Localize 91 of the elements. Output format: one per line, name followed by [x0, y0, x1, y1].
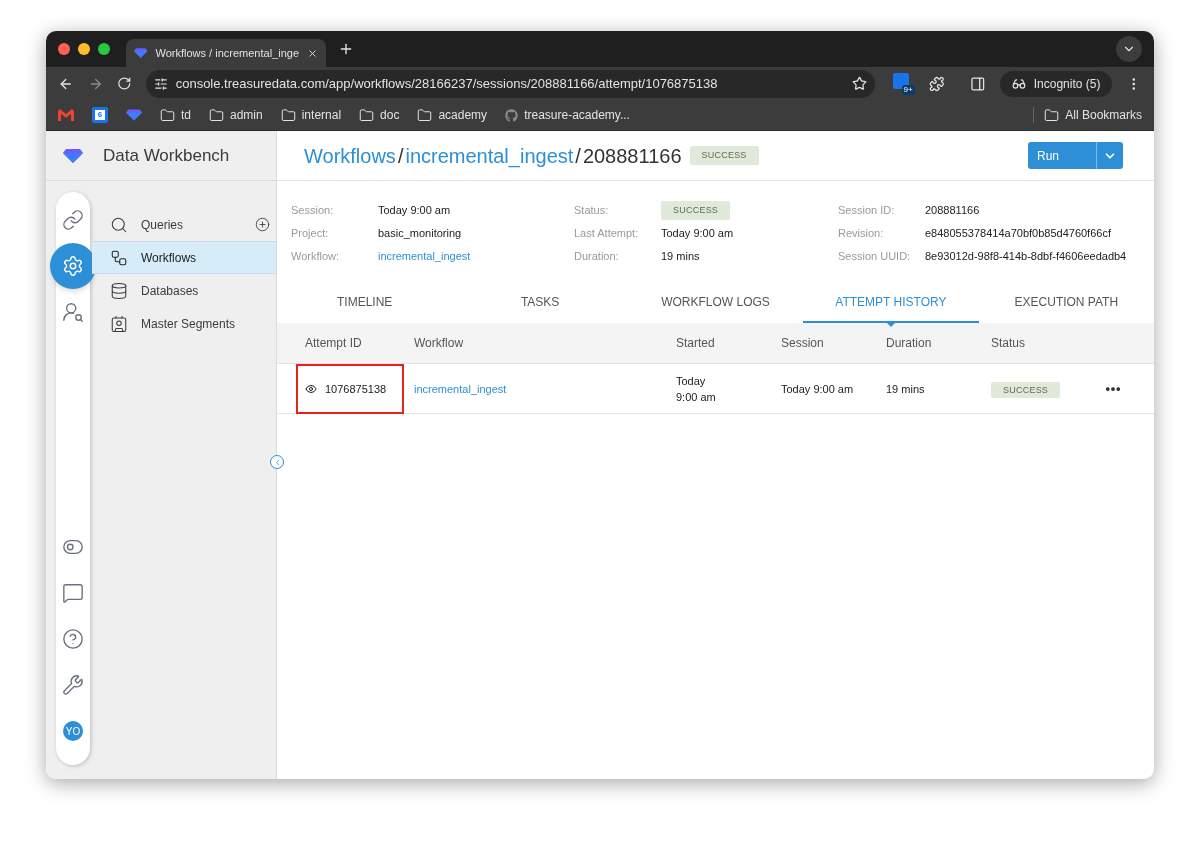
user-avatar[interactable]: YO	[63, 721, 83, 741]
mail-icon[interactable]	[58, 109, 74, 121]
nav-item[interactable]: Master Segments	[92, 307, 276, 340]
session-cell-text: Today 9:00 am	[781, 381, 855, 397]
address-bar[interactable]: console.treasuredata.com/app/workflows/28166237/sessions/208881166/attempt/1076875138	[145, 69, 876, 98]
tab[interactable]: WORKFLOW LOGS	[627, 283, 804, 323]
extensions-icon[interactable]	[928, 75, 945, 92]
flow-icon	[110, 248, 128, 267]
folder-icon	[359, 107, 375, 123]
search-icon	[110, 215, 128, 234]
detail-value: Today 9:00 am	[661, 226, 734, 242]
profile-button[interactable]: Incognito (5)	[999, 70, 1113, 97]
page-title: 208881166	[582, 143, 682, 169]
detail-label: Session:	[291, 203, 335, 219]
started-text: 9:00 am	[676, 390, 717, 405]
browser-tab[interactable]: Workflows / incremental_inge	[126, 39, 326, 67]
reload-icon[interactable]	[117, 76, 132, 91]
column-header: Session	[781, 335, 825, 352]
column-header: Workflow	[414, 335, 465, 352]
detail-link[interactable]: incremental_ingest	[378, 248, 471, 265]
database-icon	[110, 281, 128, 300]
bookmark-folder[interactable]: admin	[209, 106, 263, 124]
all-bookmarks-button[interactable]: All Bookmarks	[1044, 106, 1142, 124]
bookmark-link[interactable]: treasure-academy...	[505, 106, 630, 124]
side-panel-icon[interactable]	[970, 75, 986, 92]
contact-card-icon	[110, 314, 128, 333]
github-icon	[505, 108, 519, 122]
detail-label: Status:	[574, 203, 610, 219]
folder-icon	[417, 107, 433, 123]
add-icon[interactable]	[255, 217, 270, 232]
new-tab-icon[interactable]	[338, 41, 354, 57]
column-header: Status	[991, 335, 1027, 352]
breadcrumb-link[interactable]: Workflows	[304, 140, 396, 171]
detail-status-badge: SUCCESS	[661, 200, 731, 221]
bookmark-folder[interactable]: td	[160, 106, 191, 124]
attempt-id: 1076875138	[325, 381, 387, 397]
detail-value: Today 9:00 am	[378, 203, 451, 219]
diamond-logo-icon	[63, 148, 83, 163]
calendar-icon[interactable]: 6	[92, 107, 108, 123]
bookmark-folder[interactable]: doc	[359, 106, 400, 124]
bookmark-folder[interactable]: internal	[280, 106, 342, 124]
site-settings-icon[interactable]	[153, 76, 168, 91]
tab[interactable]: TIMELINE	[277, 283, 453, 323]
url-text: console.treasuredata.com/app/workflows/28166237/sessions/208881166/attempt/1076875138	[175, 74, 719, 93]
extension-badge: 9+	[901, 84, 915, 95]
detail-value: 208881166	[925, 203, 980, 219]
detail-value: basic_monitoring	[378, 226, 462, 242]
attempt-id-cell[interactable]: 1076875138	[296, 364, 404, 414]
detail-value: e848055378414a70bf0b85d4760f66cf	[925, 226, 1111, 242]
tab[interactable]: EXECUTION PATH	[978, 283, 1154, 323]
folder-icon	[209, 107, 224, 123]
nav-item[interactable]: Databases	[92, 274, 276, 307]
detail-label: Last Attempt:	[574, 226, 640, 242]
diamond-logo-icon	[126, 109, 142, 121]
nav-item[interactable]: Workflows	[92, 241, 276, 274]
extension-icon[interactable]	[893, 72, 910, 89]
detail-label: Workflow:	[291, 249, 341, 265]
tab-title: Workflows / incremental_inge	[155, 45, 299, 61]
detail-value: 8e93012d-98f8-414b-8dbf-f4606eedadb4	[925, 249, 1127, 265]
status-badge: SUCCESS	[689, 145, 759, 166]
detail-label: Session ID:	[838, 203, 896, 219]
folder-icon	[1044, 107, 1060, 123]
detail-label: Project:	[291, 226, 330, 242]
nav-item[interactable]: Queries	[92, 208, 276, 241]
column-header: Started	[676, 335, 716, 352]
bookmark-folder[interactable]: academy	[417, 106, 488, 124]
status-badge: SUCCESS	[991, 381, 1061, 398]
tab-search-button[interactable]	[1116, 36, 1142, 62]
workflow-link[interactable]: incremental_ingest	[414, 380, 676, 398]
eye-icon[interactable]	[305, 383, 317, 395]
incognito-icon	[1011, 76, 1026, 91]
run-button[interactable]: Run	[1028, 142, 1097, 169]
bookmark-star-icon[interactable]	[852, 76, 868, 91]
app-title: Data Workbench	[103, 144, 230, 167]
detail-label: Revision:	[838, 226, 885, 242]
column-header: Attempt ID	[305, 335, 363, 352]
diamond-logo-icon	[134, 47, 148, 59]
breadcrumb-separator: /	[575, 143, 581, 169]
folder-icon	[160, 107, 175, 123]
breadcrumb-link[interactable]: incremental_ingest	[405, 140, 574, 171]
folder-icon	[280, 107, 296, 123]
settings-icon[interactable]	[50, 243, 96, 289]
collapse-sidebar-button[interactable]	[270, 455, 284, 469]
detail-label: Session UUID:	[838, 249, 912, 265]
column-header: Duration	[886, 335, 933, 352]
detail-label: Duration:	[574, 249, 620, 265]
detail-value: 19 mins	[661, 249, 700, 265]
duration-cell-text: 19 mins	[886, 381, 926, 397]
tab[interactable]: TASKS	[452, 283, 628, 323]
started-text: Today	[676, 374, 707, 389]
breadcrumb-separator: /	[397, 143, 404, 169]
